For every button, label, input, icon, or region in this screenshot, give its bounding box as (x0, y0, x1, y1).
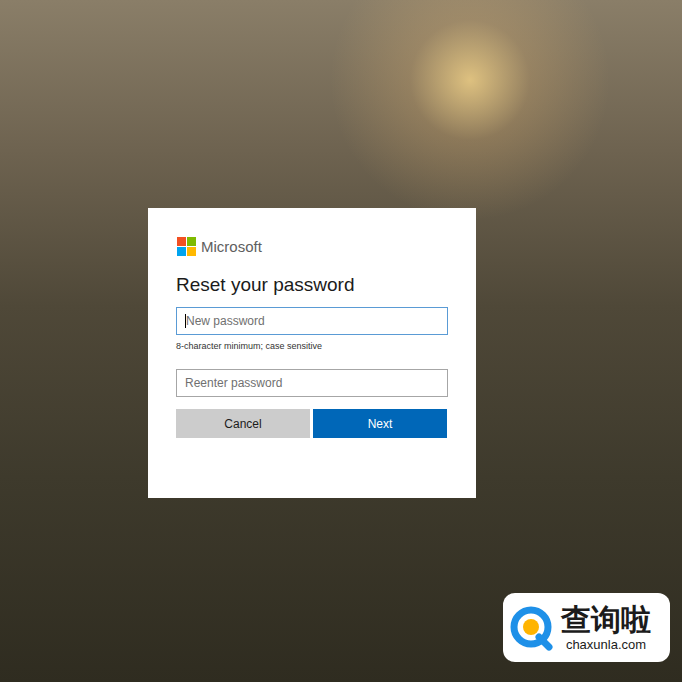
button-row: CancelNext (176, 409, 448, 438)
search-logo-icon (509, 605, 555, 651)
password-field[interactable]: Reenter password (176, 369, 448, 397)
reset-dialog: Microsoft Reset your password New password… (148, 208, 476, 498)
field-group: New password 8-character minimum; case se… (176, 307, 448, 351)
text-caret (185, 314, 186, 328)
dialog-button[interactable]: Cancel (176, 409, 310, 438)
watermark: 查询啦chaxunla.com (503, 593, 670, 662)
password-field[interactable]: New password (176, 307, 448, 335)
field-hint: 8-character minimum; case sensitive (176, 341, 448, 351)
dialog-title: Reset your password (176, 273, 448, 297)
reset-page: Microsoft Reset your password New password… (0, 0, 682, 682)
field-group: Reenter password (176, 369, 448, 397)
field-placeholder: New password (186, 314, 265, 328)
watermark-name: 查询啦 (561, 603, 651, 637)
microsoft-logo-icon (177, 237, 196, 256)
brand-name: Microsoft (201, 238, 262, 255)
field-placeholder: Reenter password (185, 376, 282, 390)
brand: Microsoft (177, 237, 448, 256)
watermark-text: 查询啦chaxunla.com (561, 603, 651, 653)
watermark-url: chaxunla.com (566, 637, 646, 653)
dialog-button[interactable]: Next (313, 409, 447, 438)
